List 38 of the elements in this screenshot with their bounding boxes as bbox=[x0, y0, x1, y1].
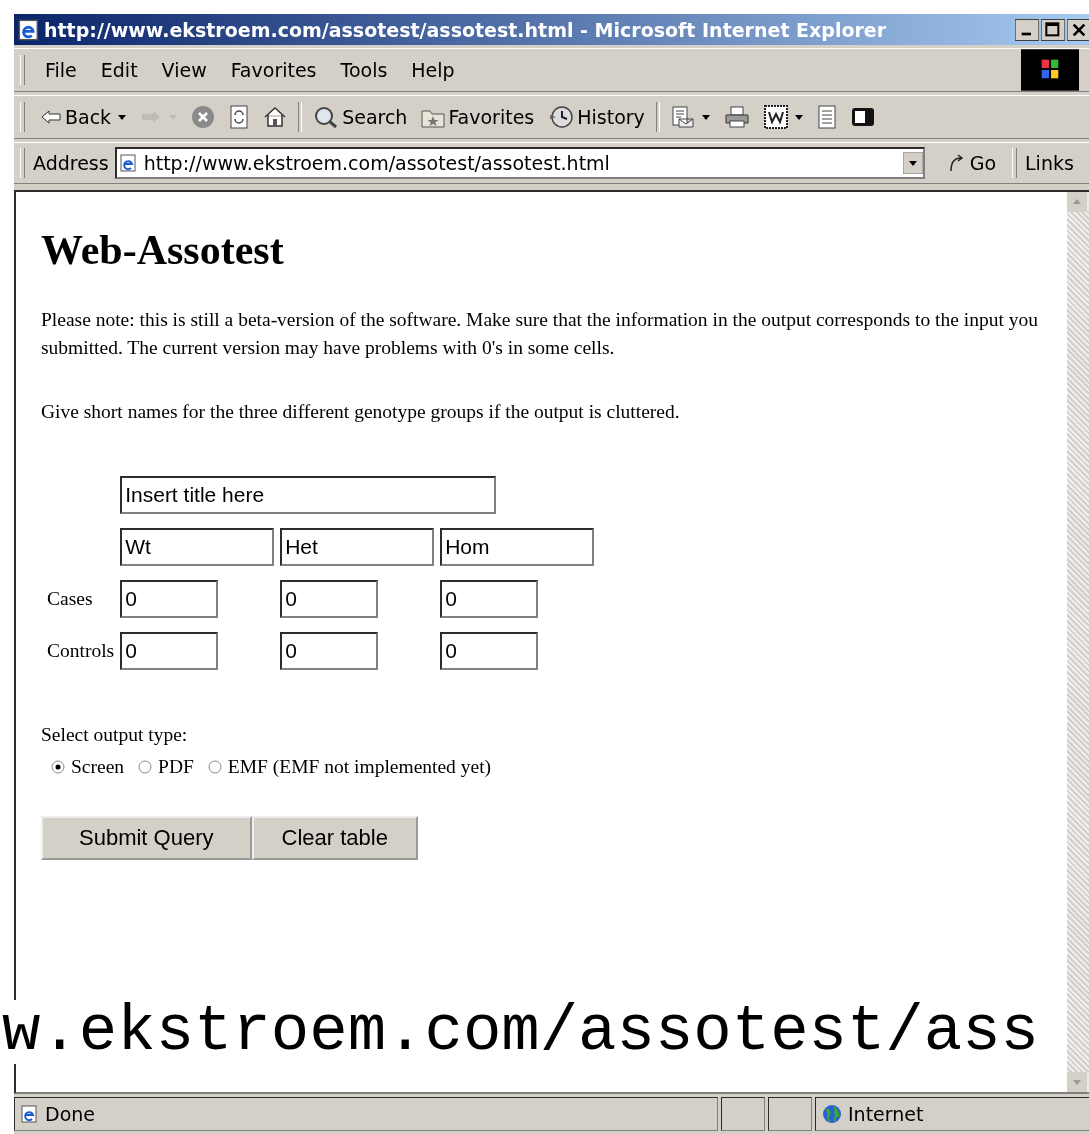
menu-item[interactable]: View bbox=[149, 59, 219, 81]
window-title: http://www.ekstroem.com/assotest/assotest.html - Microsoft Internet Explorer bbox=[44, 18, 888, 41]
radio-option[interactable]: EMF (EMF not implemented yet) bbox=[207, 756, 492, 778]
group-name-field[interactable]: Hom bbox=[440, 528, 595, 566]
group-name-field[interactable]: Het bbox=[280, 528, 435, 566]
count-field[interactable]: 0 bbox=[120, 632, 219, 670]
row-label: Controls bbox=[47, 640, 115, 661]
menu-item[interactable]: Edit bbox=[88, 59, 150, 81]
page-heading: Web-Assotest bbox=[41, 226, 285, 274]
status-text: Done bbox=[45, 1103, 95, 1125]
address-field[interactable]: http://www.ekstroem.com/assotest/assotest.html bbox=[114, 147, 925, 179]
radio-option[interactable]: Screen bbox=[51, 756, 125, 778]
count-field[interactable]: 0 bbox=[440, 632, 539, 670]
menu-item[interactable]: Favorites bbox=[218, 59, 329, 81]
toolbar-button[interactable]: History bbox=[541, 105, 652, 129]
go-button[interactable]: Go bbox=[946, 152, 997, 174]
radio-option[interactable]: PDF bbox=[138, 756, 194, 778]
links-button[interactable]: Links bbox=[1025, 152, 1074, 174]
paragraph: Please note: this is still a beta-version of the software. Make sure that the information in the output corresponds to the input you submitted. The current version may have problems with 0's in some cells. bbox=[41, 308, 1039, 360]
address-label: Address bbox=[33, 152, 109, 174]
count-field[interactable]: 0 bbox=[280, 580, 379, 618]
count-field[interactable]: 0 bbox=[280, 632, 379, 670]
form-button[interactable]: Clear table bbox=[251, 816, 418, 860]
count-field[interactable]: 0 bbox=[120, 580, 219, 618]
group-name-field[interactable]: Wt bbox=[120, 528, 275, 566]
toolbar-button[interactable]: Favorites bbox=[414, 106, 542, 128]
output-type-label: Select output type: bbox=[41, 724, 189, 746]
form-button[interactable]: Submit Query bbox=[41, 816, 252, 860]
menu-item[interactable]: File bbox=[33, 59, 89, 81]
paragraph: Give short names for the three different genotype groups if the output is cluttered. bbox=[41, 400, 681, 424]
menu-item[interactable]: Help bbox=[399, 59, 467, 81]
toolbar-button[interactable]: Search bbox=[306, 105, 415, 129]
title-field[interactable]: Insert title here bbox=[120, 476, 497, 514]
menu-item[interactable]: Tools bbox=[328, 59, 400, 81]
row-label: Cases bbox=[47, 588, 93, 609]
toolbar-button[interactable]: Back bbox=[33, 106, 134, 128]
zone-text: Internet bbox=[848, 1103, 924, 1125]
count-field[interactable]: 0 bbox=[440, 580, 539, 618]
